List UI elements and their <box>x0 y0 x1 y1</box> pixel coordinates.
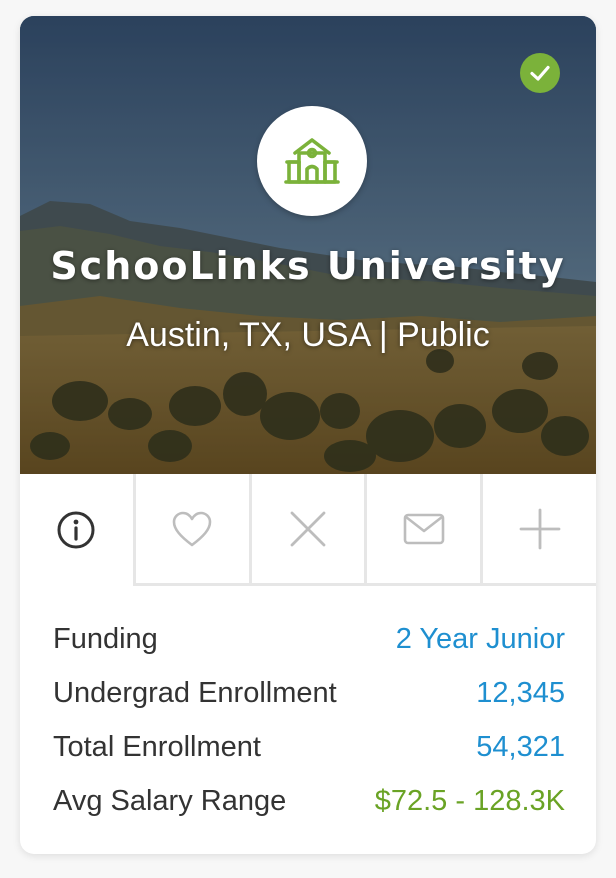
tab-favorite[interactable] <box>135 474 252 586</box>
info-icon <box>57 511 95 549</box>
school-details: Funding 2 Year Junior Undergrad Enrollme… <box>53 612 565 828</box>
mail-icon <box>403 513 445 544</box>
check-icon <box>530 65 550 81</box>
school-card: SchooLinks University Austin, TX, USA | … <box>20 16 596 854</box>
detail-label: Avg Salary Range <box>53 784 287 817</box>
detail-label: Total Enrollment <box>53 730 261 763</box>
detail-row-total-enrollment: Total Enrollment 54,321 <box>53 720 565 774</box>
plus-icon <box>519 508 560 549</box>
detail-value: 12,345 <box>476 676 565 709</box>
heart-icon <box>172 511 212 546</box>
detail-value: $72.5 - 128.3K <box>374 784 565 817</box>
tab-info[interactable] <box>20 474 136 586</box>
tab-add[interactable] <box>483 474 596 586</box>
detail-row-funding: Funding 2 Year Junior <box>53 612 565 666</box>
school-location-type: Austin, TX, USA | Public <box>126 316 490 354</box>
detail-row-avg-salary: Avg Salary Range $72.5 - 128.3K <box>53 774 565 828</box>
detail-row-undergrad-enrollment: Undergrad Enrollment 12,345 <box>53 666 565 720</box>
tab-dismiss[interactable] <box>251 474 368 586</box>
detail-label: Undergrad Enrollment <box>53 676 337 709</box>
detail-value: 54,321 <box>476 730 565 763</box>
detail-value: 2 Year Junior <box>395 622 565 655</box>
action-tabs <box>20 474 596 588</box>
verified-badge <box>520 53 560 93</box>
close-icon <box>290 511 326 546</box>
detail-label: Funding <box>53 622 158 655</box>
school-building-icon <box>284 138 340 184</box>
school-name: SchooLinks University <box>50 244 566 288</box>
tab-message[interactable] <box>367 474 484 586</box>
school-logo <box>257 106 367 216</box>
hero-banner: SchooLinks University Austin, TX, USA | … <box>20 16 596 474</box>
